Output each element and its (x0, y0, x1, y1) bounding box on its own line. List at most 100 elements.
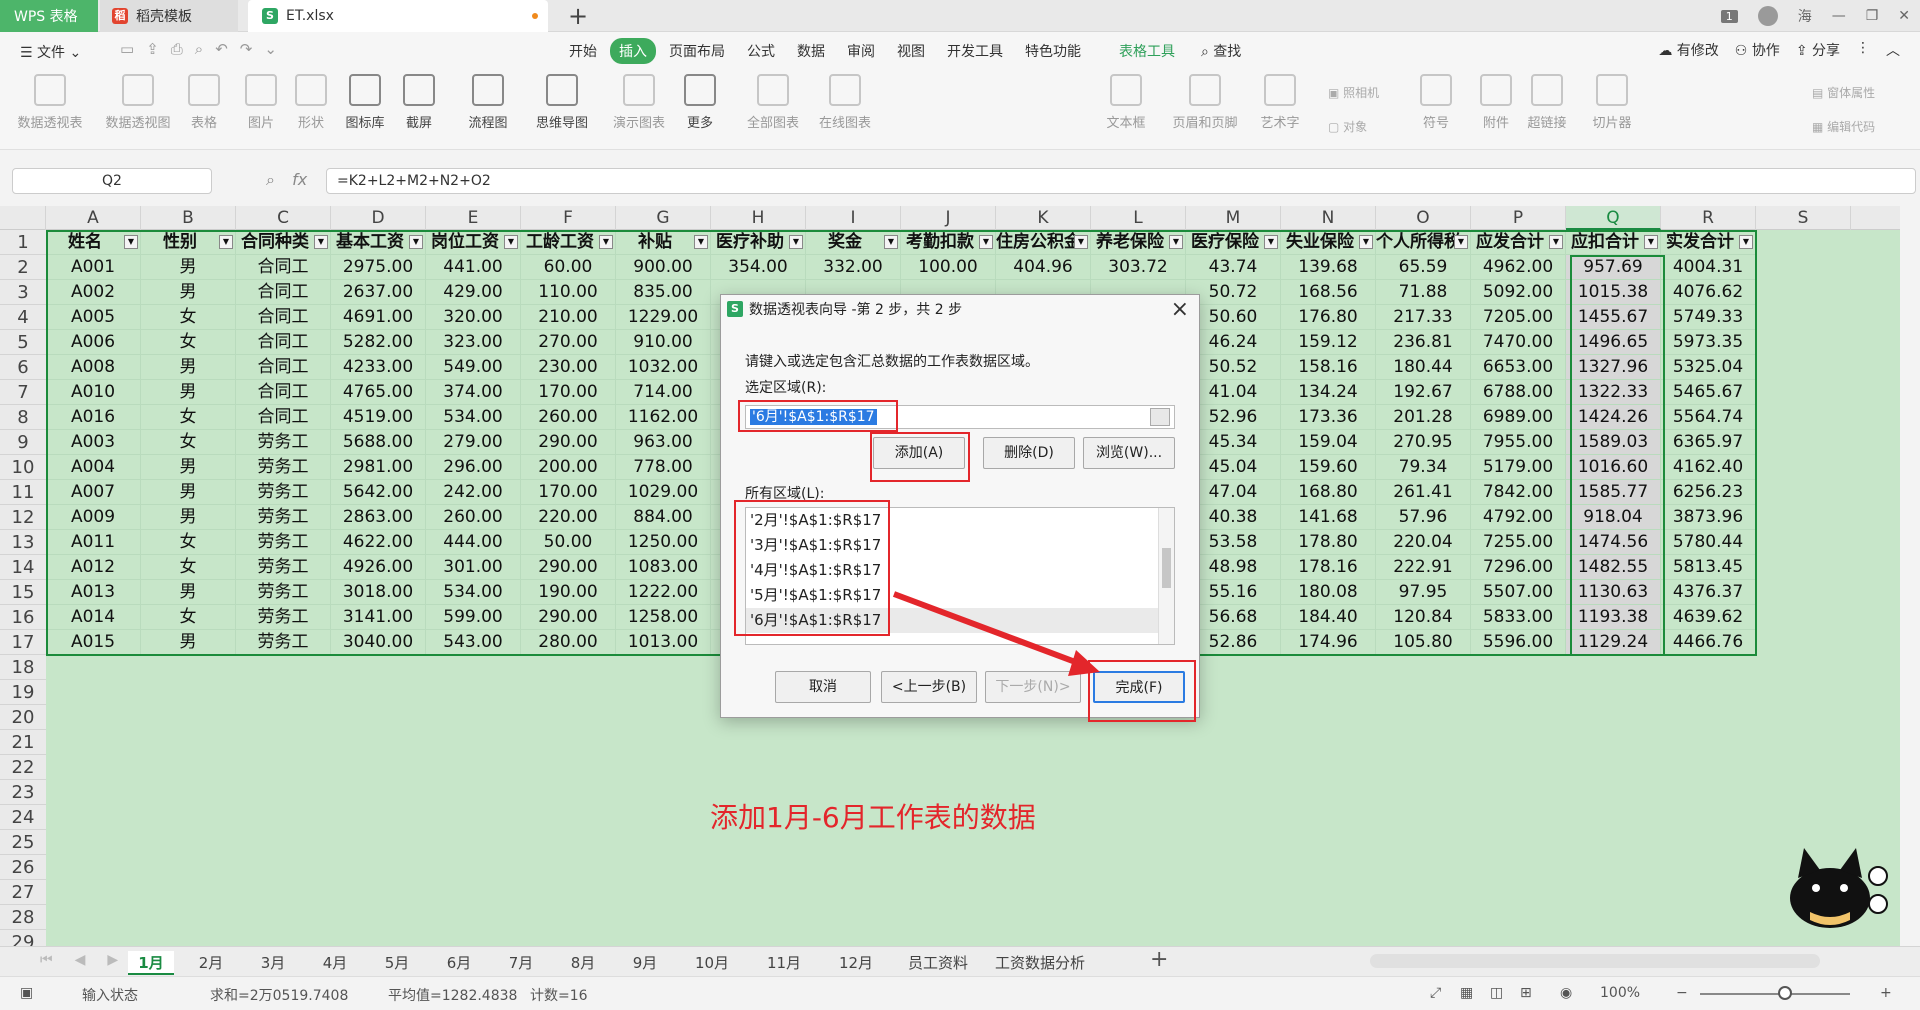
table-cell[interactable]: 2975.00 (331, 255, 426, 280)
cancel-button[interactable]: 取消 (775, 671, 871, 703)
menu-insert[interactable]: 插入 (610, 38, 656, 64)
table-cell[interactable]: 301.00 (426, 555, 521, 580)
table-cell[interactable]: 劳务工 (236, 430, 331, 455)
column-header-n[interactable]: N (1281, 206, 1376, 230)
table-cell[interactable]: 200.00 (521, 455, 616, 480)
filter-dropdown-icon[interactable]: ▼ (219, 235, 233, 249)
table-cell[interactable]: 168.56 (1281, 280, 1376, 305)
tab-et-file[interactable]: S ET.xlsx (248, 0, 548, 32)
table-cell[interactable]: 7955.00 (1471, 430, 1566, 455)
table-cell[interactable]: A009 (46, 505, 141, 530)
sheet-tab[interactable]: 12月 (826, 951, 886, 975)
prev-sheet-icon[interactable]: ◀ (75, 952, 86, 968)
table-cell[interactable]: A012 (46, 555, 141, 580)
table-cell[interactable]: 290.00 (521, 555, 616, 580)
ribbon-online-charts[interactable]: 在线图表 (812, 74, 878, 131)
sheet-tab[interactable]: 4月 (310, 951, 360, 975)
delete-button[interactable]: 删除(D) (983, 437, 1075, 469)
table-cell[interactable]: 714.00 (616, 380, 711, 405)
status-sum[interactable]: 求和=2万0519.7408 (210, 985, 348, 1005)
table-cell[interactable]: 71.88 (1376, 280, 1471, 305)
table-cell[interactable]: 女 (141, 405, 236, 430)
table-cell[interactable]: 217.33 (1376, 305, 1471, 330)
ribbon-shape[interactable]: 形状 (288, 74, 334, 131)
table-cell[interactable]: 合同工 (236, 380, 331, 405)
table-cell[interactable]: 55.16 (1186, 580, 1281, 605)
filter-dropdown-icon[interactable]: ▼ (124, 235, 138, 249)
row-header[interactable]: 6 (0, 355, 46, 380)
zoom-slider-track[interactable] (1700, 993, 1850, 995)
table-cell[interactable]: 1455.67 (1566, 305, 1661, 330)
table-cell[interactable]: 180.44 (1376, 355, 1471, 380)
status-count[interactable]: 计数=16 (530, 985, 588, 1005)
table-cell[interactable]: 220.00 (521, 505, 616, 530)
header-cell[interactable]: 合同种类 ▼ (236, 230, 331, 255)
header-cell[interactable]: 医疗补助 ▼ (711, 230, 806, 255)
table-cell[interactable]: 835.00 (616, 280, 711, 305)
table-cell[interactable]: 劳务工 (236, 455, 331, 480)
filter-dropdown-icon[interactable]: ▼ (314, 235, 328, 249)
table-cell[interactable]: 41.04 (1186, 380, 1281, 405)
list-item[interactable]: '4月'!$A$1:$R$17 (746, 558, 1174, 583)
table-cell[interactable]: 合同工 (236, 280, 331, 305)
table-cell[interactable]: 374.00 (426, 380, 521, 405)
table-cell[interactable]: A013 (46, 580, 141, 605)
table-cell[interactable]: 1424.26 (1566, 405, 1661, 430)
header-cell[interactable]: 考勤扣款 ▼ (901, 230, 996, 255)
table-cell[interactable]: 劳务工 (236, 580, 331, 605)
table-cell[interactable]: 176.80 (1281, 305, 1376, 330)
table-cell[interactable]: 5282.00 (331, 330, 426, 355)
sheet-tab[interactable]: 3月 (248, 951, 298, 975)
undo-icon[interactable]: ↶ (215, 40, 228, 58)
browse-button[interactable]: 浏览(W)... (1083, 437, 1175, 469)
table-cell[interactable]: 1585.77 (1566, 480, 1661, 505)
table-cell[interactable]: 4519.00 (331, 405, 426, 430)
table-cell[interactable]: A005 (46, 305, 141, 330)
table-cell[interactable]: 1029.00 (616, 480, 711, 505)
print-preview-icon[interactable]: ⌕ (195, 40, 203, 58)
column-header-h[interactable]: H (711, 206, 806, 230)
table-cell[interactable]: 79.34 (1376, 455, 1471, 480)
table-cell[interactable]: 4466.76 (1661, 630, 1756, 655)
row-header[interactable]: 18 (0, 655, 46, 680)
table-cell[interactable]: 53.58 (1186, 530, 1281, 555)
normal-view-icon[interactable]: ▦ (1460, 985, 1473, 1001)
table-cell[interactable]: 1129.24 (1566, 630, 1661, 655)
table-cell[interactable]: 280.00 (521, 630, 616, 655)
collapse-dialog-icon[interactable] (1150, 408, 1170, 426)
tab-wps-home[interactable]: WPS 表格 (0, 0, 98, 32)
new-tab-plus-icon[interactable]: + (568, 2, 588, 30)
filter-dropdown-icon[interactable]: ▼ (789, 235, 803, 249)
row-header[interactable]: 23 (0, 780, 46, 805)
status-average[interactable]: 平均值=1282.4838 (388, 985, 517, 1005)
table-cell[interactable]: 173.36 (1281, 405, 1376, 430)
horizontal-scrollbar[interactable] (1370, 954, 1820, 968)
table-cell[interactable]: 180.08 (1281, 580, 1376, 605)
table-cell[interactable]: 404.96 (996, 255, 1091, 280)
header-cell[interactable]: 工龄工资 ▼ (521, 230, 616, 255)
filter-dropdown-icon[interactable]: ▼ (694, 235, 708, 249)
table-cell[interactable]: 60.00 (521, 255, 616, 280)
table-cell[interactable]: 159.04 (1281, 430, 1376, 455)
user-name[interactable]: 海 (1798, 6, 1812, 26)
column-header-g[interactable]: G (616, 206, 711, 230)
table-cell[interactable]: 1496.65 (1566, 330, 1661, 355)
table-cell[interactable]: 45.04 (1186, 455, 1281, 480)
column-header-r[interactable]: R (1661, 206, 1756, 230)
table-cell[interactable]: 5596.00 (1471, 630, 1566, 655)
save-icon[interactable]: ▭ (120, 40, 134, 58)
table-cell[interactable]: 女 (141, 430, 236, 455)
table-cell[interactable]: 劳务工 (236, 555, 331, 580)
table-cell[interactable]: 158.16 (1281, 355, 1376, 380)
table-cell[interactable]: 354.00 (711, 255, 806, 280)
table-cell[interactable]: 1162.00 (616, 405, 711, 430)
table-cell[interactable]: 男 (141, 630, 236, 655)
row-header[interactable]: 4 (0, 305, 46, 330)
more-icon[interactable]: ⋮ (1856, 40, 1870, 60)
table-cell[interactable]: 7255.00 (1471, 530, 1566, 555)
table-cell[interactable]: 549.00 (426, 355, 521, 380)
table-cell[interactable]: 劳务工 (236, 605, 331, 630)
list-item[interactable]: '3月'!$A$1:$R$17 (746, 533, 1174, 558)
header-cell[interactable]: 性别 ▼ (141, 230, 236, 255)
window-count-badge[interactable]: 1 (1720, 9, 1738, 23)
